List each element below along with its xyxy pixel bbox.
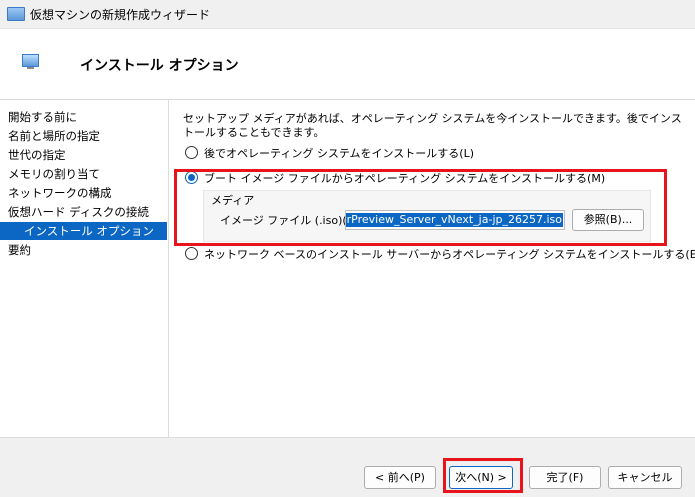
wizard-header: インストール オプション bbox=[0, 29, 695, 100]
previous-button[interactable]: < 前へ(P) bbox=[364, 466, 436, 489]
nav-item-memory[interactable]: メモリの割り当て bbox=[8, 165, 100, 183]
title-bar: 仮想マシンの新規作成ウィザード bbox=[0, 0, 695, 29]
page-title: インストール オプション bbox=[80, 58, 239, 74]
option-install-later-label: 後でオペレーティング システムをインストールする(L) bbox=[204, 147, 474, 160]
cancel-button[interactable]: キャンセル bbox=[608, 466, 682, 489]
nav-item-generation[interactable]: 世代の指定 bbox=[8, 146, 66, 164]
monitor-icon bbox=[22, 54, 39, 69]
button-bar: < 前へ(P) 次へ(N) > 完了(F) キャンセル bbox=[0, 437, 695, 497]
window-title: 仮想マシンの新規作成ウィザード bbox=[30, 8, 211, 22]
nav-item-network[interactable]: ネットワークの構成 bbox=[8, 184, 112, 202]
finish-button[interactable]: 完了(F) bbox=[529, 466, 601, 489]
vm-window-icon bbox=[7, 7, 25, 21]
option-install-later[interactable]: 後でオペレーティング システムをインストールする(L) bbox=[185, 146, 474, 162]
option-install-from-network[interactable]: ネットワーク ベースのインストール サーバーからオペレーティング システムをイン… bbox=[185, 247, 695, 263]
highlight-box-boot-image bbox=[174, 169, 667, 246]
highlight-box-next bbox=[443, 458, 523, 493]
content-panel: セットアップ メディアがあれば、オペレーティング システムを今インストールできま… bbox=[169, 100, 695, 437]
nav-item-summary[interactable]: 要約 bbox=[8, 241, 31, 259]
nav-item-name-location[interactable]: 名前と場所の指定 bbox=[8, 127, 100, 145]
nav-item-virtual-disk[interactable]: 仮想ハード ディスクの接続 bbox=[8, 203, 149, 221]
radio-icon[interactable] bbox=[185, 247, 198, 260]
wizard-steps-nav: 開始する前に 名前と場所の指定 世代の指定 メモリの割り当て ネットワークの構成… bbox=[0, 100, 169, 437]
option-install-from-network-label: ネットワーク ベースのインストール サーバーからオペレーティング システムをイン… bbox=[204, 248, 695, 261]
radio-icon[interactable] bbox=[185, 146, 198, 159]
nav-item-install-options[interactable]: インストール オプション bbox=[0, 222, 167, 240]
description-text: セットアップ メディアがあれば、オペレーティング システムを今インストールできま… bbox=[183, 112, 682, 139]
nav-item-before-you-begin[interactable]: 開始する前に bbox=[8, 108, 77, 126]
